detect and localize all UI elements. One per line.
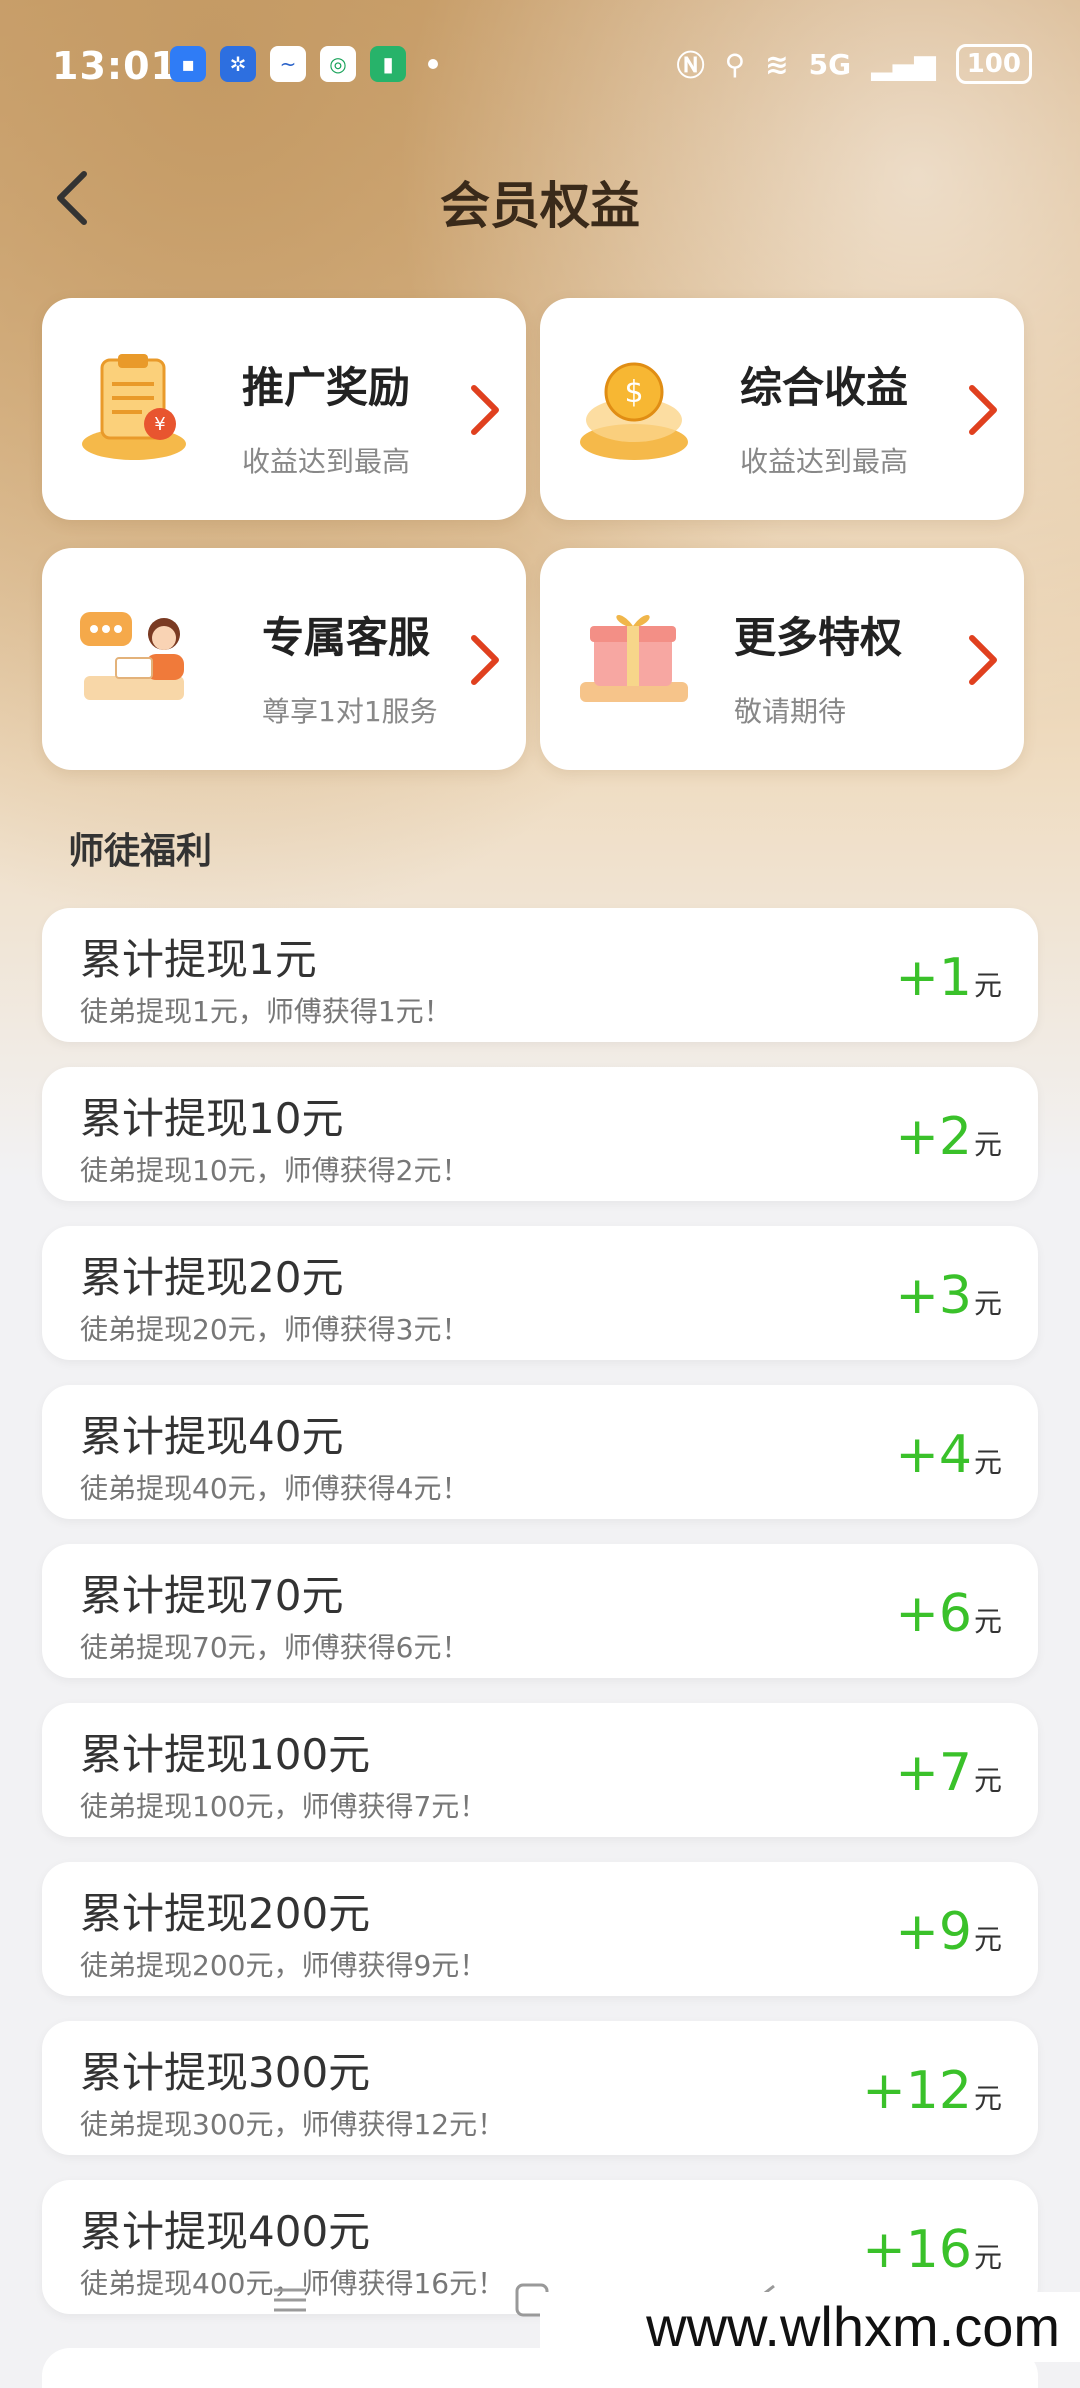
battery-indicator: 100 — [955, 44, 1032, 84]
message-app-icon: ▪ — [170, 46, 206, 82]
gift-box-icon — [580, 615, 688, 702]
reward-amount-value: +1 — [895, 948, 972, 1008]
reward-item: 累计提现10元 徒弟提现10元，师傅获得2元！ +2元 — [42, 1067, 1038, 1201]
reward-amount-value: +3 — [895, 1266, 972, 1326]
reward-amount: +7元 — [895, 1743, 1002, 1803]
svg-text:¥: ¥ — [154, 414, 165, 435]
more-notifications-dot — [428, 59, 438, 69]
status-bar: 13:01 ▪ ✲ ~ ◎ ▮ Ⓝ ⚲ ≋ 5G ▂▄▆ 100 — [0, 0, 1080, 130]
reward-amount: +12元 — [862, 2061, 1002, 2121]
reward-title: 累计提现20元 — [80, 1253, 344, 1302]
card-title: 更多特权 — [734, 613, 903, 662]
watermark-text: www.wlhxm.com — [540, 2292, 1080, 2362]
card-title: 专属客服 — [262, 613, 431, 662]
wifi-icon: ≋ — [765, 47, 789, 81]
reward-title: 累计提现40元 — [80, 1412, 344, 1461]
dollar-coin-icon: $ — [580, 362, 688, 460]
reward-item: 累计提现1元 徒弟提现1元，师傅获得1元！ +1元 — [42, 908, 1038, 1042]
reward-item: 累计提现40元 徒弟提现40元，师傅获得4元！ +4元 — [42, 1385, 1038, 1519]
reward-amount-unit: 元 — [973, 969, 1002, 1002]
chevron-right-icon — [471, 635, 499, 685]
reward-amount: +4元 — [895, 1425, 1002, 1485]
battery-app-icon: ▮ — [370, 46, 406, 82]
notification-icons: ▪ ✲ ~ ◎ ▮ — [170, 46, 438, 82]
card-subtitle: 收益达到最高 — [740, 445, 909, 478]
reward-amount-value: +16 — [862, 2220, 972, 2280]
reward-title: 累计提现400元 — [80, 2207, 371, 2256]
reward-description: 徒弟提现100元，师傅获得7元！ — [80, 1790, 488, 1823]
reward-amount: +16元 — [862, 2220, 1002, 2280]
signal-icon: ▂▄▆ — [871, 47, 936, 81]
reward-description: 徒弟提现200元，师傅获得9元！ — [80, 1949, 488, 1982]
chevron-right-icon — [969, 635, 997, 685]
card-subtitle: 敬请期待 — [734, 695, 847, 728]
reward-description: 徒弟提现300元，师傅获得12元！ — [80, 2108, 506, 2141]
card-subtitle: 尊享1对1服务 — [262, 695, 438, 728]
card-title: 推广奖励 — [242, 363, 411, 412]
card-subtitle: 收益达到最高 — [242, 445, 411, 478]
reward-amount-value: +12 — [862, 2061, 972, 2121]
reward-amount: +9元 — [895, 1902, 1002, 1962]
reward-title: 累计提现200元 — [80, 1889, 371, 1938]
reward-item: 累计提现70元 徒弟提现70元，师傅获得6元！ +6元 — [42, 1544, 1038, 1678]
reward-amount-value: +2 — [895, 1107, 972, 1167]
reward-description: 徒弟提现40元，师傅获得4元！ — [80, 1472, 470, 1505]
reward-amount: +3元 — [895, 1266, 1002, 1326]
card-exclusive-service[interactable]: 专属客服 尊享1对1服务 — [42, 548, 526, 770]
card-more-privileges[interactable]: 更多特权 敬请期待 — [540, 548, 1024, 770]
page-title: 会员权益 — [440, 177, 640, 235]
reward-amount: +6元 — [895, 1584, 1002, 1644]
reward-amount: +1元 — [895, 948, 1002, 1008]
reward-title: 累计提现10元 — [80, 1094, 344, 1143]
chevron-right-icon — [471, 385, 499, 435]
clipboard-coin-icon: ¥ — [82, 354, 186, 460]
reward-amount-value: +6 — [895, 1584, 972, 1644]
reward-description: 徒弟提现1元，师傅获得1元！ — [80, 995, 452, 1028]
reward-title: 累计提现100元 — [80, 1730, 371, 1779]
reward-item: 累计提现20元 徒弟提现20元，师傅获得3元！ +3元 — [42, 1226, 1038, 1360]
reward-title: 累计提现1元 — [80, 935, 317, 984]
card-comprehensive-income[interactable]: $ 综合收益 收益达到最高 — [540, 298, 1024, 520]
system-status: Ⓝ ⚲ ≋ 5G ▂▄▆ 100 — [677, 44, 1032, 84]
location-icon: ⚲ — [724, 47, 746, 81]
nav-header: 会员权益 — [0, 150, 1080, 250]
card-promotion-reward[interactable]: ¥ 推广奖励 收益达到最高 — [42, 298, 526, 520]
reward-description: 徒弟提现10元，师傅获得2元！ — [80, 1154, 470, 1187]
reward-title: 累计提现300元 — [80, 2048, 371, 2097]
reward-amount-unit: 元 — [973, 1764, 1002, 1797]
reward-item: 累计提现300元 徒弟提现300元，师傅获得12元！ +12元 — [42, 2021, 1038, 2155]
chevron-right-icon — [969, 385, 997, 435]
reward-description: 徒弟提现20元，师傅获得3元！ — [80, 1313, 470, 1346]
reward-amount-unit: 元 — [973, 2082, 1002, 2115]
status-time: 13:01 — [52, 44, 178, 88]
network-type: 5G — [808, 47, 852, 81]
reward-amount-unit: 元 — [973, 1605, 1002, 1638]
reward-amount-unit: 元 — [973, 1923, 1002, 1956]
reward-amount-value: +7 — [895, 1743, 972, 1803]
mobile-app-icon: ◎ — [320, 46, 356, 82]
menu-nav-icon[interactable] — [270, 2284, 310, 2316]
reward-amount-unit: 元 — [973, 1287, 1002, 1320]
bird-app-icon: ~ — [270, 46, 306, 82]
customer-service-icon — [80, 612, 184, 700]
card-title: 综合收益 — [740, 363, 909, 412]
reward-item: 累计提现200元 徒弟提现200元，师傅获得9元！ +9元 — [42, 1862, 1038, 1996]
nfc-icon: Ⓝ — [676, 49, 705, 82]
reward-item: 累计提现100元 徒弟提现100元，师傅获得7元！ +7元 — [42, 1703, 1038, 1837]
reward-description: 徒弟提现70元，师傅获得6元！ — [80, 1631, 470, 1664]
reward-amount-value: +4 — [895, 1425, 972, 1485]
reward-amount-unit: 元 — [973, 1128, 1002, 1161]
reward-amount: +2元 — [895, 1107, 1002, 1167]
section-title: 师徒福利 — [68, 831, 213, 872]
pinwheel-app-icon: ✲ — [220, 46, 256, 82]
reward-amount-unit: 元 — [973, 1446, 1002, 1479]
reward-title: 累计提现70元 — [80, 1571, 344, 1620]
reward-amount-value: +9 — [895, 1902, 972, 1962]
svg-text:$: $ — [624, 375, 643, 410]
reward-amount-unit: 元 — [973, 2241, 1002, 2274]
